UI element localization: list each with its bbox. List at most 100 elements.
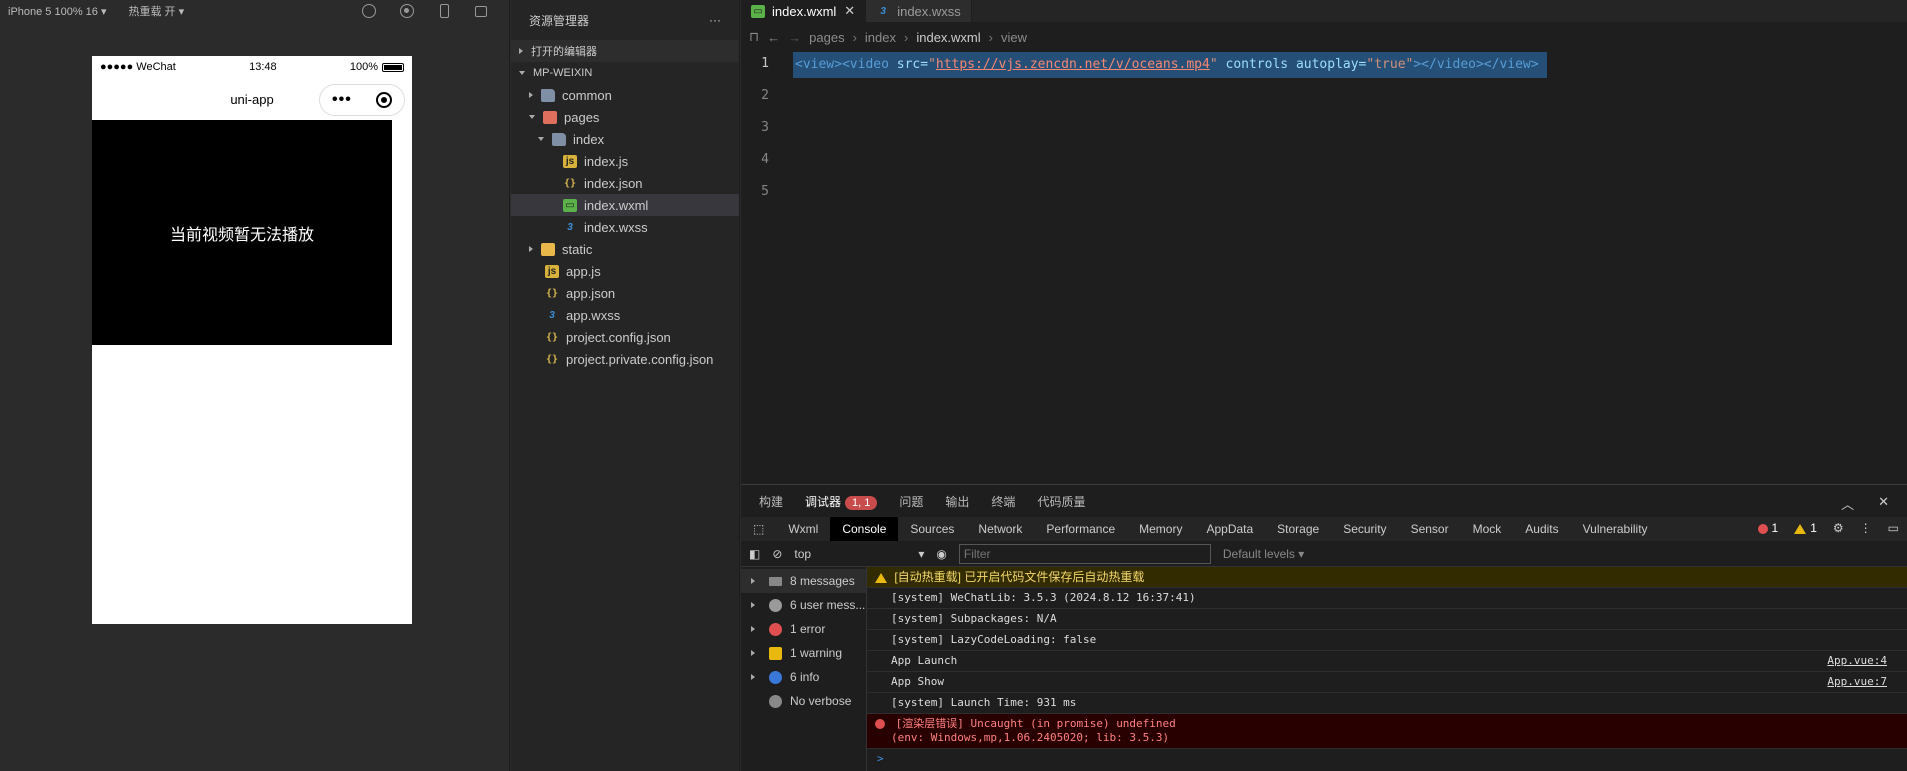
kebab-menu-icon[interactable]: ⋮ xyxy=(1860,521,1872,535)
code-url-link[interactable]: https://vjs.zencdn.net/v/oceans.mp4 xyxy=(936,57,1210,72)
devtab-sensor[interactable]: Sensor xyxy=(1399,517,1461,541)
code-line-1[interactable]: <view><video src="https://vjs.zencdn.net… xyxy=(793,52,1547,78)
inspect-icon[interactable]: ⬚ xyxy=(741,517,776,541)
tree-item-static[interactable]: static xyxy=(511,238,739,260)
tree-item-index-wxml[interactable]: ▭ index.wxml xyxy=(511,194,739,216)
refresh-icon[interactable] xyxy=(362,4,376,18)
tab-build[interactable]: 构建 xyxy=(759,493,783,510)
devtab-memory[interactable]: Memory xyxy=(1127,517,1194,541)
message-text: [system] Launch Time: 931 ms xyxy=(891,696,1077,709)
breadcrumb-item[interactable]: pages xyxy=(809,30,844,45)
breadcrumb-item[interactable]: view xyxy=(1001,30,1027,45)
close-target-icon[interactable] xyxy=(375,92,392,108)
context-select[interactable]: top ▾ xyxy=(794,547,924,561)
forward-arrow-icon[interactable]: → xyxy=(788,30,801,45)
sidebar-item-user-messages[interactable]: 6 user mess... xyxy=(741,593,866,617)
gear-icon[interactable]: ⚙ xyxy=(1833,521,1844,535)
close-icon[interactable]: ✕ xyxy=(1878,494,1889,513)
tab-code-quality[interactable]: 代码质量 xyxy=(1037,493,1085,510)
breadcrumb: ⊓ ← → pages › index › index.wxml › view xyxy=(741,22,1907,52)
more-dots-icon[interactable]: ••• xyxy=(332,91,352,109)
sidebar-item-messages[interactable]: 8 messages xyxy=(741,569,866,593)
record-icon[interactable] xyxy=(400,4,414,18)
open-editors-section[interactable]: 打开的编辑器 xyxy=(511,40,739,62)
error-counter[interactable]: 1 xyxy=(1757,521,1778,535)
tab-index-wxml[interactable]: ▭ index.wxml ✕ xyxy=(741,0,867,22)
tree-item-index-json[interactable]: {} index.json xyxy=(511,172,739,194)
sidebar-item-errors[interactable]: 1 error xyxy=(741,617,866,641)
devtab-network[interactable]: Network xyxy=(966,517,1034,541)
chevron-down-icon: ▾ xyxy=(918,546,925,561)
devtab-vulnerability[interactable]: Vulnerability xyxy=(1571,517,1660,541)
bug-icon xyxy=(769,694,782,708)
carrier-label: ●●●●● WeChat xyxy=(100,61,176,73)
explorer-header: 资源管理器 ··· xyxy=(511,0,739,40)
console-prompt[interactable]: > xyxy=(867,749,1907,769)
video-player[interactable]: 当前视频暂无法播放 xyxy=(92,120,392,345)
devtab-sources[interactable]: Sources xyxy=(898,517,966,541)
tree-item-app-js[interactable]: js app.js xyxy=(511,260,739,282)
source-link[interactable]: App.vue:4 xyxy=(1827,651,1887,671)
devtab-wxml[interactable]: Wxml xyxy=(776,517,830,541)
tree-item-project-config[interactable]: {} project.config.json xyxy=(511,326,739,348)
context-label: top xyxy=(794,546,812,561)
bookmark-icon[interactable]: ⊓ xyxy=(749,29,759,45)
devtab-audits[interactable]: Audits xyxy=(1513,517,1570,541)
tree-item-index-js[interactable]: js index.js xyxy=(511,150,739,172)
file-explorer: 资源管理器 ··· 打开的编辑器 MP-WEIXIN common pages … xyxy=(511,0,740,771)
devtab-storage[interactable]: Storage xyxy=(1265,517,1331,541)
devtab-security[interactable]: Security xyxy=(1331,517,1398,541)
tree-item-app-json[interactable]: {} app.json xyxy=(511,282,739,304)
tree-item-app-wxss[interactable]: 3 app.wxss xyxy=(511,304,739,326)
tree-item-index-folder[interactable]: index xyxy=(511,128,739,150)
tree-item-label: index.wxml xyxy=(584,197,649,213)
tree-item-project-private-config[interactable]: {} project.private.config.json xyxy=(511,348,739,370)
detach-window-icon[interactable] xyxy=(475,6,487,17)
back-arrow-icon[interactable]: ← xyxy=(767,30,780,45)
device-select[interactable]: iPhone 5 100% 16 ▾ xyxy=(8,5,107,18)
tab-debugger[interactable]: 调试器 1, 1 xyxy=(805,493,878,510)
eye-icon[interactable]: ◉ xyxy=(936,547,946,561)
sidebar-item-warnings[interactable]: 1 warning xyxy=(741,641,866,665)
filter-input[interactable] xyxy=(958,543,1211,564)
battery-label: 100% xyxy=(349,61,378,73)
devtab-console[interactable]: Console xyxy=(830,517,899,541)
tree-item-index-wxss[interactable]: 3 index.wxss xyxy=(511,216,739,238)
tab-label: index.wxml xyxy=(772,3,837,19)
line-number: 1 xyxy=(761,56,769,71)
source-link[interactable]: App.vue:7 xyxy=(1827,672,1887,692)
breadcrumb-item[interactable]: index.wxml xyxy=(916,30,980,45)
phone-icon[interactable] xyxy=(440,4,449,18)
clear-console-icon[interactable]: ⊘ xyxy=(772,547,782,561)
json-file-icon: {} xyxy=(545,287,559,299)
project-section[interactable]: MP-WEIXIN xyxy=(511,62,739,84)
console-row: App Show App.vue:7 xyxy=(867,672,1907,693)
tree-item-common[interactable]: common xyxy=(511,84,739,106)
devtab-mock[interactable]: Mock xyxy=(1461,517,1514,541)
devtab-performance[interactable]: Performance xyxy=(1034,517,1127,541)
tree-item-pages[interactable]: pages xyxy=(511,106,739,128)
tab-index-wxss[interactable]: 3 index.wxss xyxy=(866,0,972,22)
explorer-more-button[interactable]: ··· xyxy=(709,13,721,27)
sidebar-item-info[interactable]: 6 info xyxy=(741,665,866,689)
breadcrumb-item[interactable]: index xyxy=(865,30,896,45)
chevron-down-icon xyxy=(519,71,525,75)
device-label: iPhone 5 100% 16 xyxy=(8,5,98,18)
console-toolbar: ◧ ⊘ top ▾ ◉ Default levels ▾ xyxy=(741,541,1907,567)
devtab-appdata[interactable]: AppData xyxy=(1194,517,1265,541)
dock-icon[interactable]: ▭ xyxy=(1888,521,1899,535)
warning-counter[interactable]: 1 xyxy=(1794,521,1817,535)
capsule-button[interactable]: ••• xyxy=(319,84,405,116)
error-message-text: [渲染层错误] Uncaught (in promise) undefined xyxy=(895,717,1176,730)
tab-problems[interactable]: 问题 xyxy=(899,493,923,510)
tab-terminal[interactable]: 终端 xyxy=(991,493,1015,510)
levels-select[interactable]: Default levels ▾ xyxy=(1223,547,1304,561)
console-row: [system] LazyCodeLoading: false xyxy=(867,630,1907,651)
chevron-up-icon[interactable]: ︿ xyxy=(1841,494,1854,513)
hot-reload-toggle[interactable]: 热重载 开 ▾ xyxy=(129,3,185,19)
tab-output[interactable]: 输出 xyxy=(945,493,969,510)
close-icon[interactable]: ✕ xyxy=(844,3,855,19)
sidebar-item-verbose[interactable]: No verbose xyxy=(741,689,866,713)
code-area[interactable]: 1 2 3 4 5 <view><video src="https://vjs.… xyxy=(741,52,1907,484)
sidebar-toggle-icon[interactable]: ◧ xyxy=(749,547,760,561)
